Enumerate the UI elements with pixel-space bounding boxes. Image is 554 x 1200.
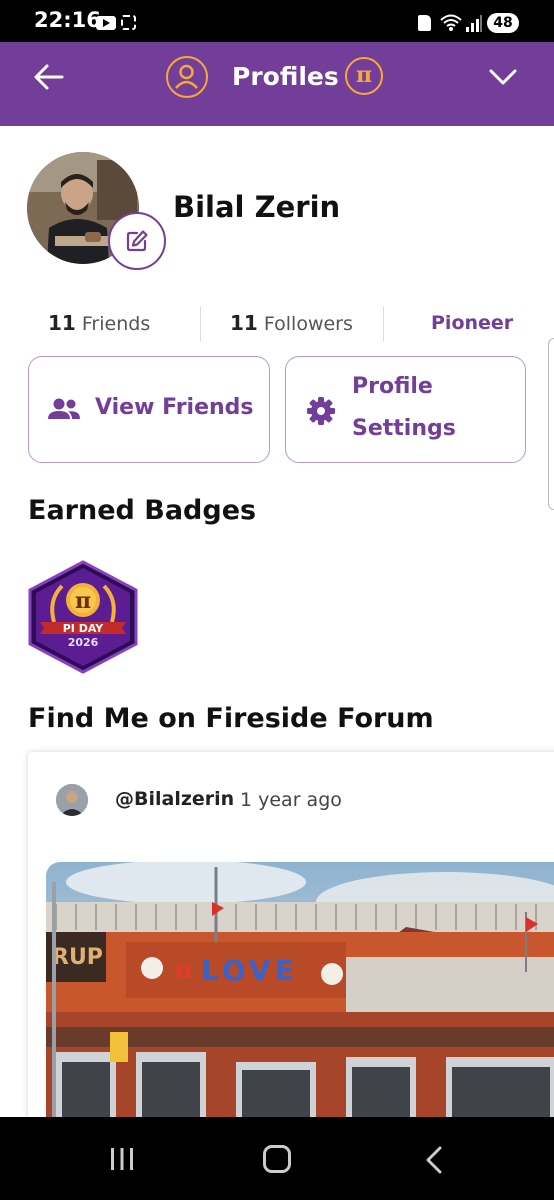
forum-user-avatar [56, 784, 88, 816]
badge-label: PI DAY [63, 622, 105, 635]
page-title: Profiles [232, 62, 339, 91]
edit-icon [126, 230, 148, 252]
friends-label: Friends [81, 313, 151, 335]
side-panel-handle[interactable] [548, 338, 554, 510]
forum-username[interactable]: @Bilalzerin [115, 788, 234, 810]
app-header: Profiles π [0, 42, 554, 126]
profile-icon [166, 56, 208, 98]
divider [200, 306, 201, 342]
badge-year: 2026 [68, 636, 99, 649]
battery-indicator: 48 [487, 13, 519, 33]
forum-post-image[interactable]: RUP π LOVE [46, 862, 554, 1132]
photo-sign-rup: RUP [52, 945, 103, 970]
status-time: 22:16 [34, 8, 101, 32]
home-icon[interactable] [263, 1145, 291, 1173]
edit-avatar-button[interactable] [108, 212, 166, 270]
chevron-down-icon[interactable] [487, 61, 519, 93]
youtube-notification-icon [96, 16, 116, 30]
friends-count: 11 [48, 311, 76, 335]
friends-stat[interactable]: 11 Friends [48, 304, 150, 342]
badge-pi-symbol: π [75, 588, 91, 614]
divider [383, 306, 384, 342]
screenshot-notification-icon [121, 15, 136, 30]
people-icon [48, 398, 80, 419]
profile-settings-button[interactable]: Profile Settings [285, 356, 526, 463]
system-navigation-bar [0, 1117, 554, 1200]
followers-stat[interactable]: 11 Followers [230, 304, 353, 342]
role-pioneer[interactable]: Pioneer [431, 304, 513, 342]
followers-label: Followers [263, 313, 353, 335]
back-arrow-icon[interactable] [32, 60, 66, 94]
view-friends-label: View Friends [95, 395, 254, 420]
photo-sign-love: LOVE [201, 954, 298, 987]
pi-logo-icon: π [345, 57, 383, 95]
profile-settings-label-line2: Settings [352, 416, 456, 441]
view-friends-button[interactable]: View Friends [28, 356, 270, 463]
recent-apps-icon[interactable] [108, 1148, 136, 1170]
user-name: Bilal Zerin [173, 190, 341, 224]
signal-icon [466, 15, 482, 32]
forum-section-title: Find Me on Fireside Forum [28, 703, 434, 734]
forum-post-card[interactable]: @Bilalzerin 1 year ago RUP π LOVE [28, 752, 554, 1132]
sim-icon [418, 15, 431, 31]
wifi-icon [440, 14, 462, 31]
profile-stats: 11 Friends 11 Followers Pioneer [0, 304, 554, 344]
nav-back-icon[interactable] [424, 1146, 444, 1174]
profile-settings-label-line1: Profile [352, 374, 433, 399]
followers-count: 11 [230, 311, 258, 335]
gear-icon [307, 397, 335, 425]
status-bar: 22:16 48 [0, 0, 554, 42]
forum-post-time: 1 year ago [240, 789, 342, 811]
earned-badges-title: Earned Badges [28, 495, 257, 526]
photo-sign-pi: π [174, 955, 193, 985]
pi-day-2026-badge-icon[interactable]: π PI DAY 2026 [26, 560, 140, 674]
